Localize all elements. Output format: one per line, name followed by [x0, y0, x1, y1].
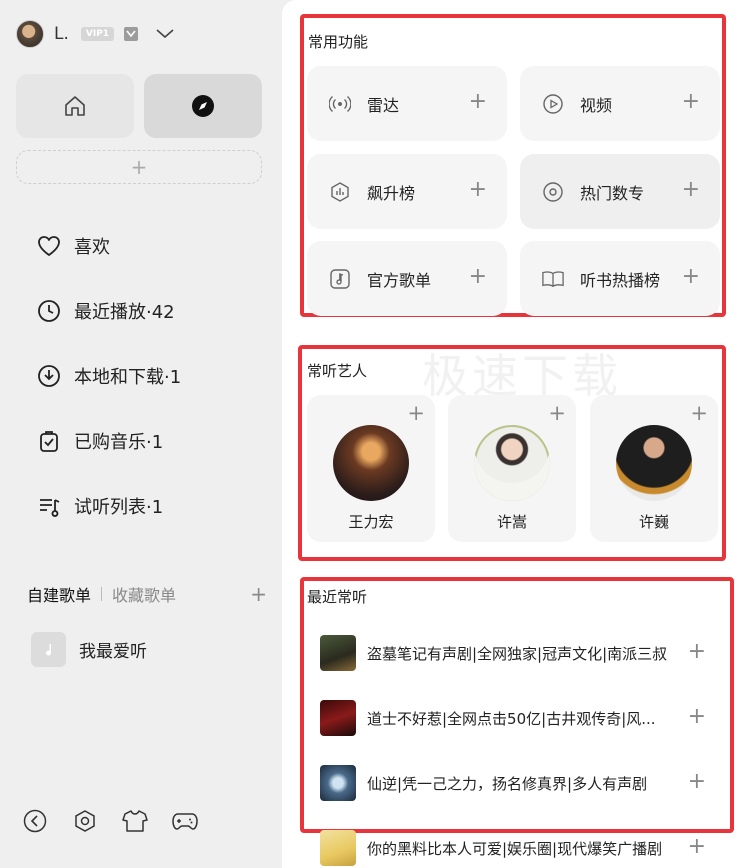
user-profile[interactable]: L. VIP1: [16, 20, 174, 48]
home-icon: [65, 96, 85, 116]
radar-icon: [329, 93, 351, 115]
playlist-item[interactable]: 我最爱听: [31, 632, 147, 667]
sidebar-item-liked[interactable]: 喜欢: [36, 226, 181, 266]
music-note-icon: [45, 643, 51, 655]
function-card-radar[interactable]: 雷达 +: [307, 66, 507, 141]
download-icon: [36, 363, 62, 389]
add-artist-plus-icon[interactable]: +: [548, 401, 566, 425]
sidebar-item-label: 本地和下载·1: [74, 367, 182, 388]
artist-name: 王力宏: [348, 513, 394, 531]
add-function-plus-icon[interactable]: +: [682, 178, 700, 202]
artist-card[interactable]: + 许巍: [590, 395, 718, 542]
explore-button[interactable]: [144, 74, 262, 138]
chevron-down-icon[interactable]: [156, 29, 174, 39]
compass-icon: [192, 95, 214, 117]
artist-name: 许嵩: [496, 513, 527, 531]
list-item[interactable]: 仙逆|凭一己之力，扬名修真界|多人有声剧 +: [320, 765, 710, 801]
music-note-icon: [329, 268, 351, 290]
gamepad-icon[interactable]: [172, 808, 198, 834]
album-cover: [320, 765, 356, 801]
main-panel: 极速下载 常用功能 雷达 + 视频 + 飙升榜 + 热门数专 + 官方歌单 + …: [282, 0, 747, 868]
sidebar-item-purchased[interactable]: 已购音乐·1: [36, 421, 181, 461]
rising-chart-icon: [329, 181, 351, 203]
sidebar-item-label: 试听列表·1: [74, 497, 164, 518]
function-label: 热门数专: [580, 183, 645, 203]
function-card-hot-albums[interactable]: 热门数专 +: [520, 154, 720, 229]
add-artist-plus-icon[interactable]: +: [690, 401, 708, 425]
function-label: 视频: [580, 95, 613, 115]
clock-icon: [36, 298, 62, 324]
item-title: 盗墓笔记有声剧|全网独家|冠声文化|南派三叔: [367, 644, 668, 663]
add-playlist-button[interactable]: +: [250, 582, 267, 606]
frequent-artists-title: 常听艺人: [307, 362, 368, 380]
list-item[interactable]: 你的黑料比本人可爱|娱乐圈|现代爆笑广播剧 +: [320, 830, 710, 866]
function-label: 雷达: [367, 95, 400, 115]
add-function-plus-icon[interactable]: +: [682, 265, 700, 289]
function-label: 听书热播榜: [580, 270, 661, 290]
video-icon: [542, 93, 564, 115]
artist-name: 许巍: [638, 513, 669, 531]
sidebar-item-label: 已购音乐·1: [74, 432, 164, 453]
tab-created-playlists[interactable]: 自建歌单: [27, 582, 91, 606]
item-title: 你的黑料比本人可爱|娱乐圈|现代爆笑广播剧: [367, 839, 663, 858]
sidebar-item-label: 最近播放·42: [74, 302, 175, 323]
common-functions-title: 常用功能: [308, 33, 369, 51]
heart-icon: [36, 233, 62, 259]
sidebar-item-label: 喜欢: [74, 237, 110, 258]
sidebar: L. VIP1 + 喜欢 最近播放·42 本地和下载·1 已购音乐·1 试听列表…: [0, 0, 280, 868]
list-item[interactable]: 道士不好惹|全网点击50亿|古井观传奇|风... +: [320, 700, 710, 736]
add-item-plus-icon[interactable]: +: [688, 704, 706, 729]
function-card-official-playlists[interactable]: 官方歌单 +: [307, 241, 507, 316]
sidebar-item-trial-list[interactable]: 试听列表·1: [36, 486, 181, 526]
list-item[interactable]: 盗墓笔记有声剧|全网独家|冠声文化|南派三叔 +: [320, 635, 710, 671]
function-card-rising-chart[interactable]: 飙升榜 +: [307, 154, 507, 229]
sidebar-item-recent[interactable]: 最近播放·42: [36, 291, 181, 331]
disc-icon: [542, 181, 564, 203]
add-function-plus-icon[interactable]: +: [469, 178, 487, 202]
function-card-audiobook-chart[interactable]: 听书热播榜 +: [520, 241, 720, 316]
add-function-plus-icon[interactable]: +: [469, 90, 487, 114]
item-title: 道士不好惹|全网点击50亿|古井观传奇|风...: [367, 709, 656, 728]
verified-badge-icon: [124, 27, 139, 41]
function-label: 官方歌单: [367, 270, 432, 290]
recent-frequent-title: 最近常听: [307, 588, 368, 606]
function-label: 飙升榜: [367, 183, 416, 203]
artist-photo: [333, 425, 409, 501]
add-item-plus-icon[interactable]: +: [688, 834, 706, 859]
add-item-plus-icon[interactable]: +: [688, 769, 706, 794]
home-button[interactable]: [16, 74, 134, 138]
sidebar-menu: 喜欢 最近播放·42 本地和下载·1 已购音乐·1 试听列表·1: [36, 226, 181, 551]
add-nav-button[interactable]: +: [16, 150, 262, 184]
add-function-plus-icon[interactable]: +: [682, 90, 700, 114]
playlist-name: 我最爱听: [79, 642, 147, 662]
album-cover: [320, 635, 356, 671]
purchased-icon: [36, 428, 62, 454]
artist-card[interactable]: + 许嵩: [448, 395, 576, 542]
book-icon: [542, 268, 564, 290]
tab-divider: [101, 587, 103, 601]
back-icon[interactable]: [22, 808, 48, 834]
sidebar-item-local-download[interactable]: 本地和下载·1: [36, 356, 181, 396]
settings-hexagon-icon[interactable]: [72, 808, 98, 834]
username[interactable]: L.: [54, 24, 69, 44]
playlist-icon: [36, 493, 62, 519]
playlist-tabs: 自建歌单 收藏歌单 +: [27, 582, 267, 606]
function-card-video[interactable]: 视频 +: [520, 66, 720, 141]
item-title: 仙逆|凭一己之力，扬名修真界|多人有声剧: [367, 774, 648, 793]
artist-photo: [474, 425, 550, 501]
skin-shirt-icon[interactable]: [122, 808, 148, 834]
album-cover: [320, 830, 356, 866]
add-artist-plus-icon[interactable]: +: [407, 401, 425, 425]
vip-badge[interactable]: VIP1: [80, 27, 115, 41]
artist-card[interactable]: + 王力宏: [307, 395, 435, 542]
artist-photo: [616, 425, 692, 501]
avatar[interactable]: [16, 20, 44, 48]
plus-icon: +: [130, 155, 148, 179]
tab-collected-playlists[interactable]: 收藏歌单: [112, 582, 176, 606]
add-item-plus-icon[interactable]: +: [688, 639, 706, 664]
add-function-plus-icon[interactable]: +: [469, 265, 487, 289]
album-cover: [320, 700, 356, 736]
playlist-cover: [31, 632, 66, 667]
bottom-toolbar: [22, 808, 198, 834]
